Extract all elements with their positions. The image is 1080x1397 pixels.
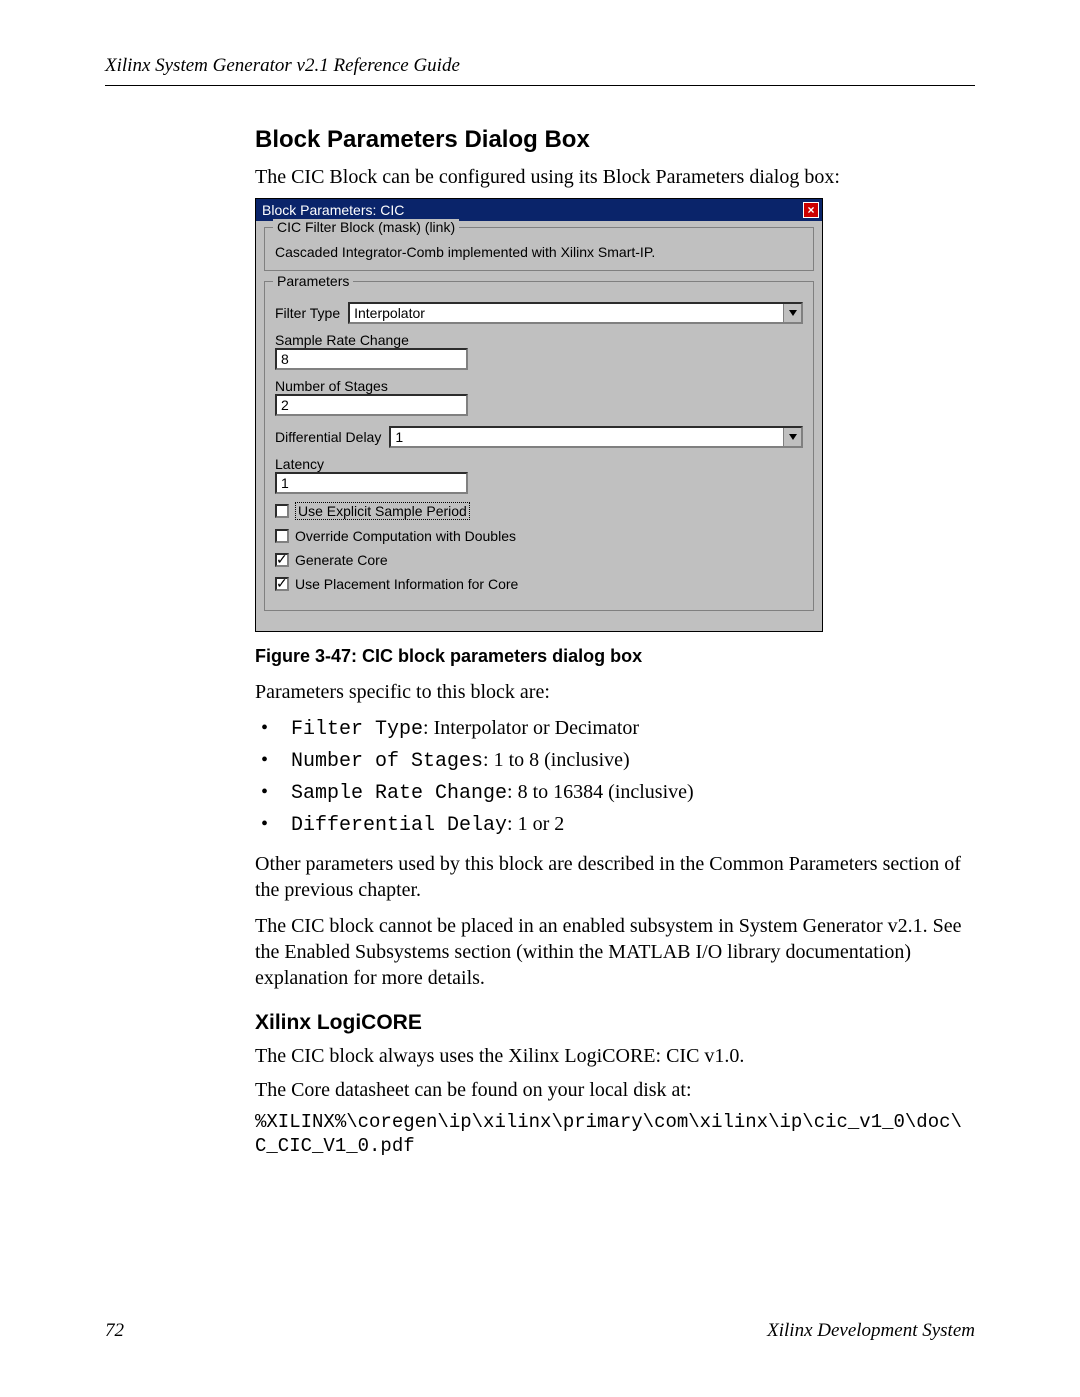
checkbox-override-doubles[interactable]: Override Computation with Doubles — [275, 528, 803, 544]
checkbox-icon[interactable] — [275, 577, 289, 591]
running-head: Xilinx System Generator v2.1 Reference G… — [105, 55, 975, 86]
param-bullet-list: Filter Type: Interpolator or Decimator N… — [255, 713, 975, 841]
logicore-p2: The Core datasheet can be found on your … — [255, 1077, 975, 1103]
logicore-path: %XILINX%\coregen\ip\xilinx\primary\com\x… — [255, 1111, 975, 1159]
group-parameters-legend: Parameters — [273, 273, 353, 289]
bullet-code: Sample Rate Change — [291, 782, 507, 805]
num-stages-input[interactable] — [275, 394, 468, 416]
sample-rate-label: Sample Rate Change — [275, 332, 803, 348]
checkbox-explicit-sample-period[interactable]: Use Explicit Sample Period — [275, 502, 803, 520]
footer-system: Xilinx Development System — [767, 1320, 975, 1342]
diff-delay-value: 1 — [395, 429, 403, 445]
bullet-rest: : 1 or 2 — [507, 813, 564, 835]
checkbox-generate-core[interactable]: Generate Core — [275, 552, 803, 568]
section-intro: The CIC Block can be configured using it… — [255, 164, 975, 190]
list-item: Number of Stages: 1 to 8 (inclusive) — [281, 745, 975, 777]
section-title-logicore: Xilinx LogiCORE — [255, 1011, 975, 1035]
latency-label: Latency — [275, 456, 803, 472]
checkbox-placement-info[interactable]: Use Placement Information for Core — [275, 576, 803, 592]
checkbox-override-label: Override Computation with Doubles — [295, 528, 516, 544]
bullet-code: Number of Stages — [291, 750, 483, 773]
checkbox-icon[interactable] — [275, 553, 289, 567]
filter-type-select[interactable]: Interpolator — [348, 302, 803, 324]
group-description: CIC Filter Block (mask) (link) Cascaded … — [264, 227, 814, 271]
block-parameters-dialog: Block Parameters: CIC × CIC Filter Block… — [255, 198, 823, 632]
checkbox-icon[interactable] — [275, 529, 289, 543]
chevron-down-icon[interactable] — [783, 304, 801, 322]
figure-caption: Figure 3-47: CIC block parameters dialog… — [255, 646, 975, 667]
page-number: 72 — [105, 1320, 124, 1342]
group-description-legend: CIC Filter Block (mask) (link) — [273, 219, 459, 235]
checkbox-explicit-label: Use Explicit Sample Period — [295, 502, 470, 520]
checkbox-placement-label: Use Placement Information for Core — [295, 576, 518, 592]
num-stages-label: Number of Stages — [275, 378, 803, 394]
list-item: Filter Type: Interpolator or Decimator — [281, 713, 975, 745]
para-enabled-subsystem: The CIC block cannot be placed in an ena… — [255, 913, 975, 991]
diff-delay-label: Differential Delay — [275, 429, 381, 445]
dialog-titlebar[interactable]: Block Parameters: CIC × — [256, 199, 822, 221]
group-parameters: Parameters Filter Type Interpolator Samp… — [264, 281, 814, 611]
bullet-code: Filter Type — [291, 718, 423, 741]
latency-input[interactable] — [275, 472, 468, 494]
bullet-rest: : 8 to 16384 (inclusive) — [507, 781, 694, 803]
bullet-code: Differential Delay — [291, 814, 507, 837]
group-description-text: Cascaded Integrator-Comb implemented wit… — [275, 244, 803, 260]
close-icon[interactable]: × — [803, 202, 819, 218]
filter-type-label: Filter Type — [275, 305, 340, 321]
diff-delay-select[interactable]: 1 — [389, 426, 803, 448]
section-title-block-parameters: Block Parameters Dialog Box — [255, 126, 975, 154]
bullet-rest: : Interpolator or Decimator — [423, 717, 639, 739]
sample-rate-input[interactable] — [275, 348, 468, 370]
page-footer: 72 Xilinx Development System — [105, 1320, 975, 1342]
list-item: Sample Rate Change: 8 to 16384 (inclusiv… — [281, 777, 975, 809]
list-item: Differential Delay: 1 or 2 — [281, 809, 975, 841]
checkbox-generate-label: Generate Core — [295, 552, 388, 568]
checkbox-icon[interactable] — [275, 504, 289, 518]
main-content: Block Parameters Dialog Box The CIC Bloc… — [255, 126, 975, 1159]
chevron-down-icon[interactable] — [783, 428, 801, 446]
filter-type-value: Interpolator — [354, 305, 425, 321]
bullet-rest: : 1 to 8 (inclusive) — [483, 749, 630, 771]
params-intro: Parameters specific to this block are: — [255, 679, 975, 705]
dialog-title: Block Parameters: CIC — [262, 202, 404, 218]
para-other-params: Other parameters used by this block are … — [255, 851, 975, 903]
logicore-p1: The CIC block always uses the Xilinx Log… — [255, 1043, 975, 1069]
